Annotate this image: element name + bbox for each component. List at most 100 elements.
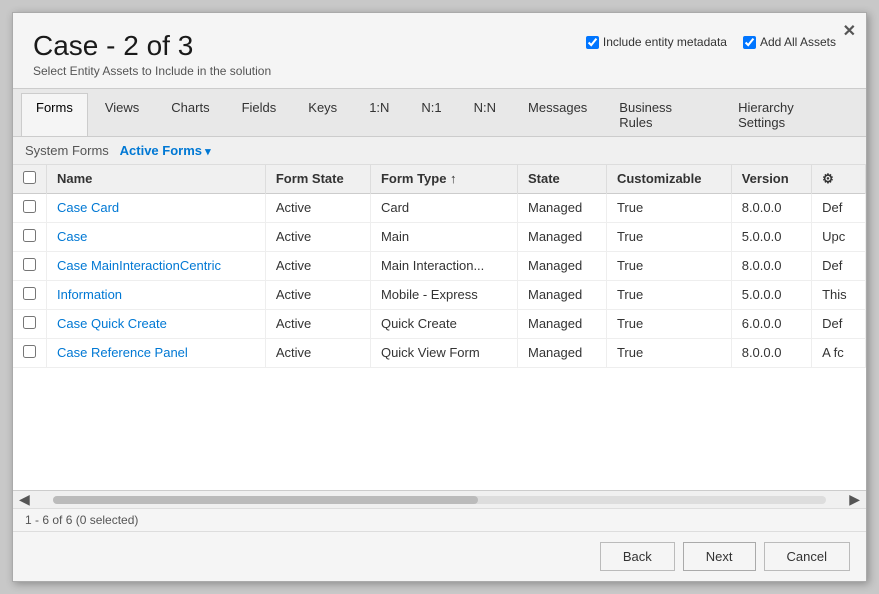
row-check-cell[interactable] [13, 222, 47, 251]
cancel-button[interactable]: Cancel [764, 542, 850, 571]
table-header-row: Name Form State Form Type ↑ State Custom… [13, 165, 866, 194]
row-extra-cell: A fc [812, 338, 866, 367]
col-form-state: Form State [265, 165, 370, 194]
back-button[interactable]: Back [600, 542, 675, 571]
row-check-cell[interactable] [13, 193, 47, 222]
table-row: Case Quick Create Active Quick Create Ma… [13, 309, 866, 338]
row-name-link[interactable]: Case MainInteractionCentric [57, 258, 221, 273]
row-check-cell[interactable] [13, 309, 47, 338]
col-name: Name [47, 165, 266, 194]
row-name-link[interactable]: Case Card [57, 200, 119, 215]
row-checkbox[interactable] [23, 316, 36, 329]
row-state-cell: Managed [517, 280, 606, 309]
forms-table-container: Name Form State Form Type ↑ State Custom… [13, 165, 866, 490]
row-form-type-cell: Quick Create [370, 309, 517, 338]
row-checkbox[interactable] [23, 229, 36, 242]
select-all-checkbox[interactable] [23, 171, 36, 184]
system-forms-prefix: System Forms [25, 143, 109, 158]
tab-views[interactable]: Views [90, 93, 154, 136]
row-extra-cell: Def [812, 193, 866, 222]
row-checkbox[interactable] [23, 258, 36, 271]
row-name-cell: Case Quick Create [47, 309, 266, 338]
table-row: Case Card Active Card Managed True 8.0.0… [13, 193, 866, 222]
row-form-state-cell: Active [265, 338, 370, 367]
row-form-type-cell: Card [370, 193, 517, 222]
row-name-link[interactable]: Case [57, 229, 87, 244]
row-state-cell: Managed [517, 222, 606, 251]
row-form-state-cell: Active [265, 280, 370, 309]
row-name-link[interactable]: Case Reference Panel [57, 345, 188, 360]
next-button[interactable]: Next [683, 542, 756, 571]
tab-charts[interactable]: Charts [156, 93, 224, 136]
row-state-cell: Managed [517, 338, 606, 367]
row-customizable-cell: True [606, 193, 731, 222]
row-check-cell[interactable] [13, 280, 47, 309]
tabs-bar: Forms Views Charts Fields Keys 1:N N:1 N… [13, 88, 866, 137]
tab-1n[interactable]: 1:N [354, 93, 404, 136]
row-checkbox[interactable] [23, 287, 36, 300]
table-body: Case Card Active Card Managed True 8.0.0… [13, 193, 866, 367]
tab-hierarchy-settings[interactable]: Hierarchy Settings [723, 93, 856, 136]
row-name-cell: Case [47, 222, 266, 251]
dialog-subtitle: Select Entity Assets to Include in the s… [33, 64, 846, 78]
tab-keys[interactable]: Keys [293, 93, 352, 136]
add-all-assets-checkbox[interactable] [743, 36, 756, 49]
status-bar: 1 - 6 of 6 (0 selected) [13, 508, 866, 531]
row-name-cell: Case Reference Panel [47, 338, 266, 367]
scroll-right-button[interactable]: ▶ [849, 491, 860, 508]
table-row: Information Active Mobile - Express Mana… [13, 280, 866, 309]
tab-fields[interactable]: Fields [227, 93, 292, 136]
col-check [13, 165, 47, 194]
row-form-state-cell: Active [265, 251, 370, 280]
row-name-cell: Case MainInteractionCentric [47, 251, 266, 280]
row-version-cell: 5.0.0.0 [731, 280, 811, 309]
row-version-cell: 8.0.0.0 [731, 251, 811, 280]
system-forms-bar: System Forms Active Forms [13, 137, 866, 165]
tab-business-rules[interactable]: Business Rules [604, 93, 721, 136]
col-version: Version [731, 165, 811, 194]
row-checkbox[interactable] [23, 200, 36, 213]
table-row: Case Reference Panel Active Quick View F… [13, 338, 866, 367]
row-checkbox[interactable] [23, 345, 36, 358]
row-name-link[interactable]: Case Quick Create [57, 316, 167, 331]
row-form-type-cell: Mobile - Express [370, 280, 517, 309]
row-version-cell: 8.0.0.0 [731, 338, 811, 367]
row-check-cell[interactable] [13, 251, 47, 280]
row-state-cell: Managed [517, 193, 606, 222]
row-state-cell: Managed [517, 251, 606, 280]
add-all-assets-label[interactable]: Add All Assets [743, 35, 836, 49]
row-version-cell: 5.0.0.0 [731, 222, 811, 251]
row-customizable-cell: True [606, 222, 731, 251]
col-form-type: Form Type ↑ [370, 165, 517, 194]
row-customizable-cell: True [606, 280, 731, 309]
tab-forms[interactable]: Forms [21, 93, 88, 136]
col-state: State [517, 165, 606, 194]
scroll-left-button[interactable]: ◀ [19, 491, 30, 508]
forms-table: Name Form State Form Type ↑ State Custom… [13, 165, 866, 368]
scroll-track[interactable] [53, 496, 826, 504]
row-extra-cell: Upc [812, 222, 866, 251]
row-form-state-cell: Active [265, 193, 370, 222]
row-extra-cell: This [812, 280, 866, 309]
row-customizable-cell: True [606, 251, 731, 280]
tab-messages[interactable]: Messages [513, 93, 602, 136]
col-customizable: Customizable [606, 165, 731, 194]
row-extra-cell: Def [812, 251, 866, 280]
row-customizable-cell: True [606, 309, 731, 338]
tab-n1[interactable]: N:1 [406, 93, 456, 136]
row-name-cell: Information [47, 280, 266, 309]
row-check-cell[interactable] [13, 338, 47, 367]
row-name-link[interactable]: Information [57, 287, 122, 302]
tab-nn[interactable]: N:N [459, 93, 511, 136]
include-metadata-checkbox[interactable] [586, 36, 599, 49]
row-extra-cell: Def [812, 309, 866, 338]
include-metadata-label[interactable]: Include entity metadata [586, 35, 727, 49]
dialog-header: Case - 2 of 3 Select Entity Assets to In… [13, 13, 866, 88]
row-version-cell: 8.0.0.0 [731, 193, 811, 222]
close-button[interactable]: ✕ [843, 21, 856, 41]
active-forms-dropdown[interactable]: Active Forms [120, 143, 211, 158]
main-dialog: ✕ Case - 2 of 3 Select Entity Assets to … [12, 12, 867, 582]
dialog-footer: Back Next Cancel [13, 531, 866, 581]
table-row: Case MainInteractionCentric Active Main … [13, 251, 866, 280]
row-form-type-cell: Quick View Form [370, 338, 517, 367]
